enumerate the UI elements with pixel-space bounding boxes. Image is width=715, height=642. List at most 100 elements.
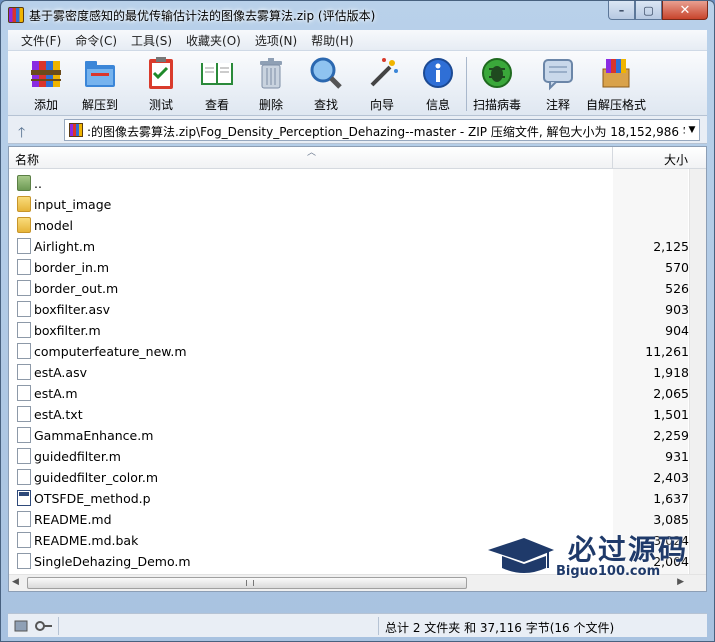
wizard-wand-icon [364,55,400,91]
up-arrow-icon[interactable]: 🡑 [18,122,25,146]
info-button[interactable]: 信息 [420,55,456,113]
list-item[interactable]: border_out.m 526 [9,278,689,299]
add-button[interactable]: 添加 [28,55,64,113]
vertical-scrollbar[interactable] [689,169,706,574]
file-name: boxfilter.asv [34,302,111,317]
column-size[interactable]: 大小 [664,151,688,168]
file-icon [17,322,31,338]
list-item[interactable]: border_in.m 570 [9,257,689,278]
toolbar-separator [466,57,467,111]
wizard-label: 向导 [369,98,394,112]
wizard-button[interactable]: 向导 [364,55,400,113]
list-item[interactable]: GammaEnhance.m 2,259 [9,425,689,446]
winrar-app-icon[interactable] [8,7,24,23]
file-icon [17,259,31,275]
file-size: 526 [665,281,689,296]
list-item[interactable]: Airlight.m 2,125 [9,236,689,257]
file-name: guidedfilter.m [34,449,121,464]
scan-virus-button[interactable]: 扫描病毒 [473,55,521,113]
file-size: 931 [665,449,689,464]
menu-favorites[interactable]: 收藏夹(O) [179,32,248,49]
view-button[interactable]: 查看 [199,55,235,113]
file-name: GammaEnhance.m [34,428,154,443]
file-size: 2,403 [653,470,689,485]
list-item[interactable]: boxfilter.asv 903 [9,299,689,320]
minimize-button[interactable]: – [608,1,635,20]
column-divider[interactable] [612,147,613,169]
list-item[interactable]: model [9,215,689,236]
comment-button[interactable]: 注释 [540,55,576,113]
list-item[interactable]: input_image [9,194,689,215]
sfx-button[interactable]: 自解压格式 [586,55,646,113]
list-item[interactable]: estA.m 2,065 [9,383,689,404]
path-field[interactable]: :的图像去雾算法.zip\Fog_Density_Perception_Deha… [64,119,700,141]
maximize-button[interactable]: ▢ [635,1,662,20]
graduation-cap-icon [488,538,554,573]
menu-tools[interactable]: 工具(S) [124,32,179,49]
file-name: model [34,218,73,233]
file-size: 1,637 [653,491,689,506]
menu-commands[interactable]: 命令(C) [68,32,124,49]
comment-icon [540,55,576,91]
file-name: estA.asv [34,365,87,380]
file-size: 2,065 [653,386,689,401]
menu-options[interactable]: 选项(N) [248,32,304,49]
key-disk-icon[interactable] [14,619,54,633]
find-magnifier-icon [308,55,344,91]
add-archive-icon [28,55,64,91]
info-label: 信息 [425,98,450,112]
comment-label: 注释 [545,98,570,112]
window-title: 基于雾密度感知的最优传输估计法的图像去雾算法.zip (评估版本) [29,9,376,23]
file-size: 11,261 [645,344,689,359]
folder-icon [17,196,31,212]
file-icon [17,448,31,464]
file-name: input_image [34,197,112,212]
list-item[interactable]: guidedfilter_color.m 2,403 [9,467,689,488]
file-list: 名称 ︿ 大小 .. input_image model Airlight.m 2,12… [8,146,707,592]
scroll-left-icon[interactable]: ◀ [12,577,19,587]
archive-icon [69,123,83,137]
address-bar: 🡑 :的图像去雾算法.zip\Fog_Density_Perception_De… [8,116,707,144]
extract-folder-icon [82,55,118,91]
path-text: :的图像去雾算法.zip\Fog_Density_Perception_Deha… [87,125,700,139]
status-separator [378,617,379,635]
title-bar[interactable]: 基于雾密度感知的最优传输估计法的图像去雾算法.zip (评估版本) – ▢ ✕ [1,1,714,29]
list-item[interactable]: estA.asv 1,918 [9,362,689,383]
delete-trash-icon [253,55,289,91]
file-name: border_in.m [34,260,110,275]
column-name[interactable]: 名称 [15,151,39,168]
close-button[interactable]: ✕ [662,1,708,20]
parent-folder-icon [17,175,31,191]
file-icon [17,301,31,317]
add-label: 添加 [33,98,58,112]
status-bar: 总计 2 文件夹 和 37,116 字节(16 个文件) [8,613,707,637]
list-item[interactable]: README.md 3,085 [9,509,689,530]
status-text: 总计 2 文件夹 和 37,116 字节(16 个文件) [385,621,615,635]
list-item[interactable]: .. [9,173,689,194]
menu-help[interactable]: 帮助(H) [304,32,360,49]
test-button[interactable]: 测试 [143,55,179,113]
app-window: 基于雾密度感知的最优传输估计法的图像去雾算法.zip (评估版本) – ▢ ✕ … [0,0,715,642]
path-dropdown-icon[interactable]: ▼ [685,120,699,140]
delete-button[interactable]: 删除 [253,55,289,113]
list-item[interactable]: boxfilter.m 904 [9,320,689,341]
list-item[interactable]: computerfeature_new.m 11,261 [9,341,689,362]
file-size: 1,501 [653,407,689,422]
file-name: computerfeature_new.m [34,344,187,359]
file-name: guidedfilter_color.m [34,470,158,485]
find-button[interactable]: 查找 [308,55,344,113]
list-item[interactable]: OTSFDE_method.p 1,637 [9,488,689,509]
watermark-subtitle: Biguo100.com [556,564,661,579]
scroll-thumb[interactable] [27,577,467,589]
file-icon [17,280,31,296]
folder-icon [17,217,31,233]
file-name: README.md.bak [34,533,139,548]
file-icon [17,364,31,380]
list-item[interactable]: guidedfilter.m 931 [9,446,689,467]
view-label: 查看 [204,98,229,112]
menu-file[interactable]: 文件(F) [14,32,68,49]
scan-label: 扫描病毒 [473,98,522,112]
list-item[interactable]: estA.txt 1,501 [9,404,689,425]
file-name: estA.txt [34,407,83,422]
extract-button[interactable]: 解压到 [82,55,118,113]
